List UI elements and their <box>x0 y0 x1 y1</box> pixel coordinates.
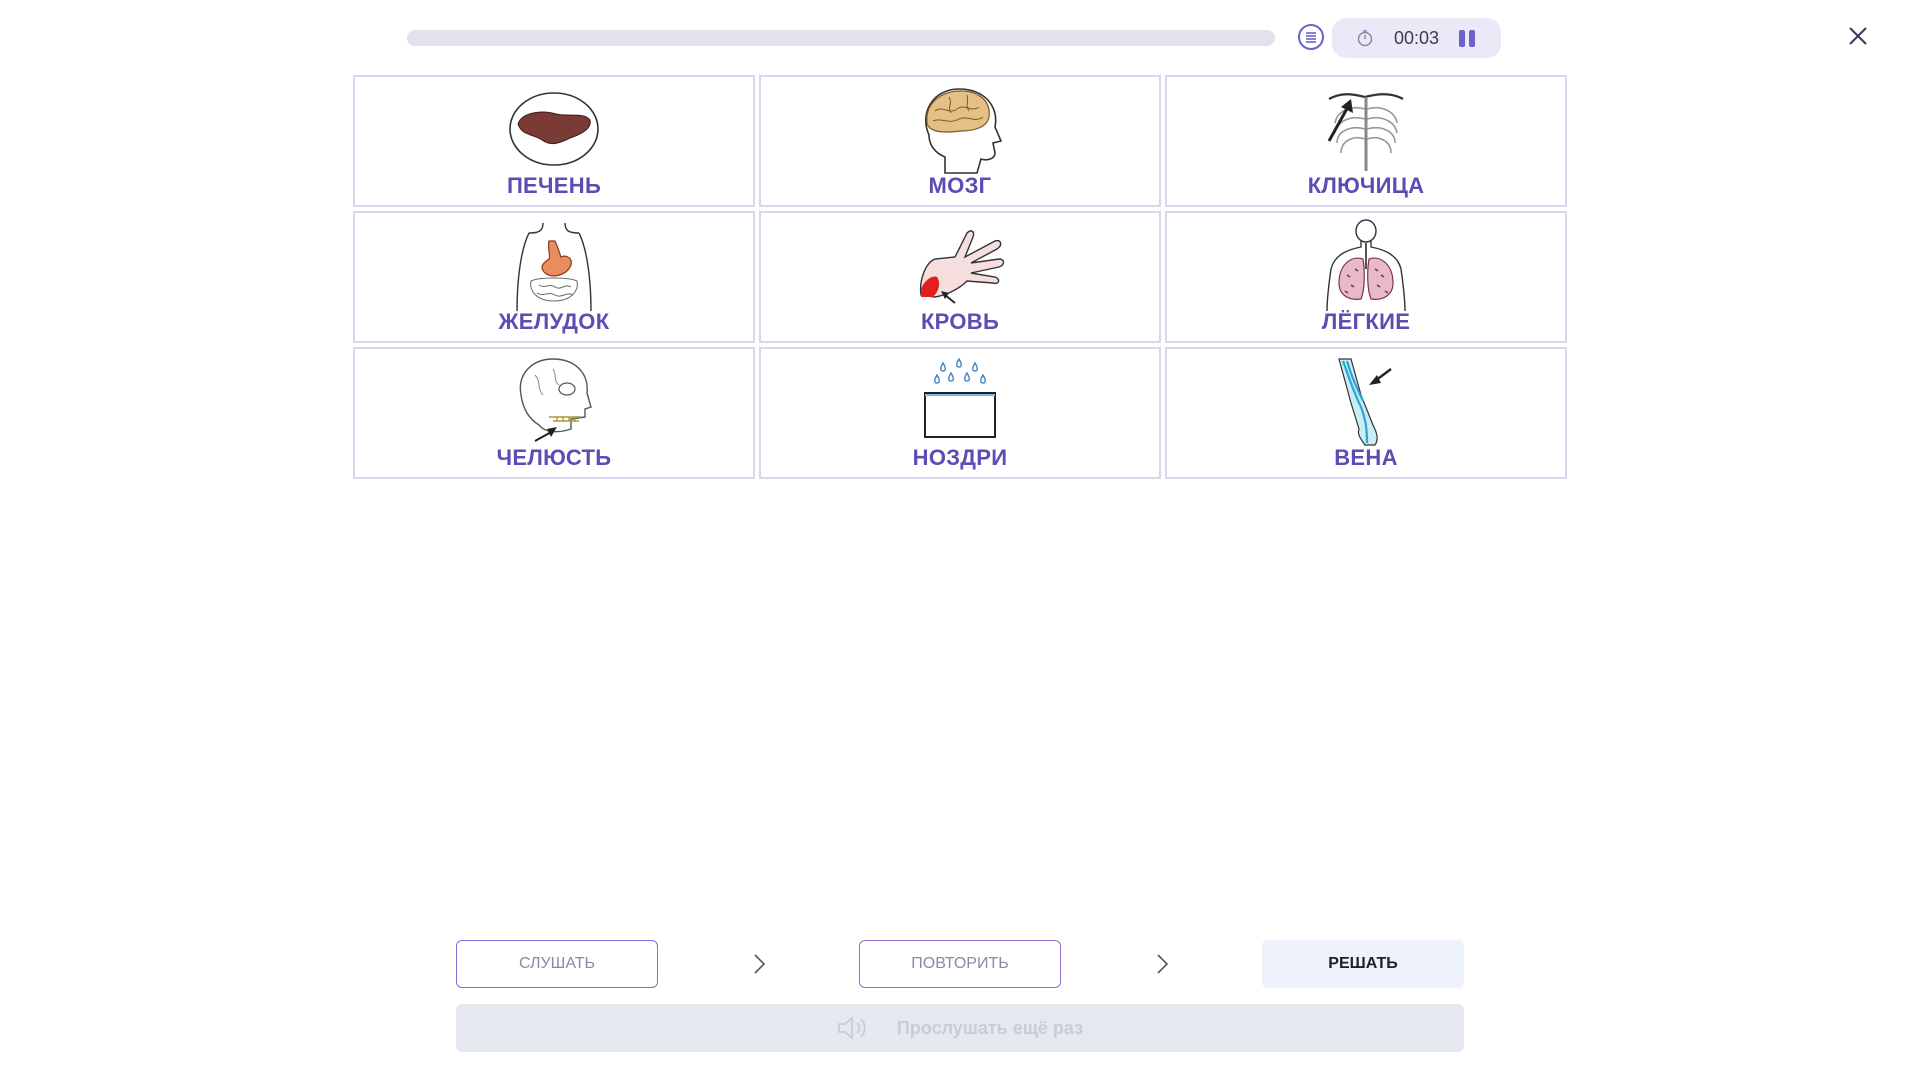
close-icon[interactable] <box>1846 24 1870 48</box>
progress-bar <box>407 30 1275 46</box>
pause-icon <box>1459 29 1466 47</box>
step-controls: СЛУШАТЬ ПОВТОРИТЬ РЕШАТЬ <box>456 940 1464 988</box>
card-stomach[interactable]: ЖЕЛУДОК <box>353 211 755 343</box>
replay-button[interactable]: Прослушать ещё раз <box>456 1004 1464 1052</box>
blood-icon <box>900 219 1020 311</box>
card-brain[interactable]: МОЗГ <box>759 75 1161 207</box>
listen-button[interactable]: СЛУШАТЬ <box>456 940 658 988</box>
brain-icon <box>900 83 1020 175</box>
card-jaw[interactable]: ЧЕЛЮСТЬ <box>353 347 755 479</box>
card-grid: ПЕЧЕНЬ МОЗГ КЛЮЧИЦА ЖЕЛУДОК КРОВЬ ЛЁГКИЕ… <box>353 75 1568 479</box>
card-label: ПЕЧЕНЬ <box>506 173 602 198</box>
card-label: ЖЕЛУДОК <box>498 309 610 334</box>
list-button[interactable] <box>1298 24 1324 50</box>
collarbone-icon <box>1306 83 1426 175</box>
stopwatch-icon <box>1354 27 1376 49</box>
card-nostrils[interactable]: НОЗДРИ <box>759 347 1161 479</box>
pause-button[interactable] <box>1459 29 1476 47</box>
card-lungs[interactable]: ЛЁГКИЕ <box>1165 211 1567 343</box>
list-icon <box>1306 32 1316 43</box>
card-label: ЛЁГКИЕ <box>1321 309 1411 334</box>
card-label: ВЕНА <box>1334 445 1398 470</box>
lungs-icon <box>1306 219 1426 311</box>
card-label: МОЗГ <box>928 173 992 198</box>
card-label: КРОВЬ <box>920 309 1000 334</box>
pause-icon-bar <box>1469 29 1476 47</box>
stomach-icon <box>494 219 614 311</box>
speaker-icon <box>837 1015 869 1041</box>
card-collarbone[interactable]: КЛЮЧИЦА <box>1165 75 1567 207</box>
card-liver[interactable]: ПЕЧЕНЬ <box>353 75 755 207</box>
card-label: КЛЮЧИЦА <box>1307 173 1425 198</box>
replay-label: Прослушать ещё раз <box>896 1017 1084 1038</box>
vein-icon <box>1306 355 1426 447</box>
jaw-icon <box>494 355 614 447</box>
solve-button[interactable]: РЕШАТЬ <box>1262 940 1464 988</box>
card-label: ЧЕЛЮСТЬ <box>496 445 612 470</box>
liver-icon <box>494 83 614 175</box>
nostrils-icon <box>900 355 1020 447</box>
top-bar: 00:03 <box>0 0 1920 76</box>
repeat-button[interactable]: ПОВТОРИТЬ <box>859 940 1061 988</box>
timer-value: 00:03 <box>1394 27 1440 48</box>
card-label: НОЗДРИ <box>912 445 1008 470</box>
timer: 00:03 <box>1332 18 1501 58</box>
card-vein[interactable]: ВЕНА <box>1165 347 1567 479</box>
chevron-right-icon <box>754 954 766 974</box>
card-blood[interactable]: КРОВЬ <box>759 211 1161 343</box>
chevron-right-icon <box>1157 954 1169 974</box>
